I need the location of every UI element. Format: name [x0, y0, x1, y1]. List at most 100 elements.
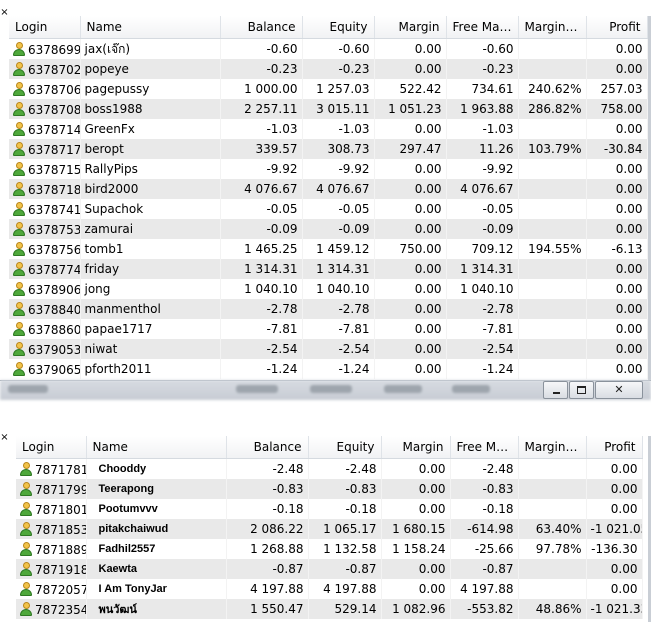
free-margin-cell: 11.26 [446, 139, 519, 159]
balance-cell: -0.09 [220, 219, 303, 239]
table-row[interactable]: 7871801 Pootumvvv -0.18 -0.18 0.00 -0.18 0.00 [16, 499, 643, 519]
table-row[interactable]: 6378718 bird2000 4 076.67 4 076.67 0.00 4 076… [9, 179, 648, 199]
table-row[interactable]: 6378860 papae1717 -7.81 -7.81 0.00 -7.81 0.00 [9, 319, 648, 339]
user-account-icon [13, 301, 25, 316]
login-value: 6379053 [28, 342, 80, 357]
column-header-login[interactable]: Login [16, 436, 87, 459]
maximize-button[interactable] [569, 381, 594, 399]
accounts-table: Login Name Balance Equity Margin Free Ma… [9, 16, 648, 379]
login-cell: 6378699 [9, 38, 81, 59]
login-value: 7871889 [35, 542, 86, 557]
column-header-free-margin[interactable]: Free Mar... [450, 436, 519, 459]
column-header-margin-level[interactable]: Margin L... [518, 436, 587, 459]
margin-cell: 0.00 [374, 259, 447, 279]
table-header: Login Name Balance Equity Margin Free Ma… [16, 436, 643, 459]
table-row[interactable]: 6378708 boss1988 2 257.11 3 015.11 1 051.23 1… [9, 99, 648, 119]
user-account-icon [20, 561, 32, 576]
login-cell: 6379065 [9, 359, 81, 379]
column-header-login[interactable]: Login [9, 16, 81, 39]
table-row[interactable]: 7871889 Fadhil2557 1 268.88 1 132.58 1 158.2… [16, 539, 643, 559]
balance-cell: -0.87 [226, 559, 309, 579]
margin-level-cell: 286.82% [518, 99, 587, 119]
margin-cell: 0.00 [374, 179, 447, 199]
column-header-name[interactable]: Name [80, 16, 221, 39]
name-cell: Chooddy [86, 458, 227, 479]
column-header-name[interactable]: Name [86, 436, 227, 459]
login-value: 6378840 [28, 302, 80, 317]
name-cell: niwat [80, 339, 221, 359]
column-header-margin[interactable]: Margin [381, 436, 451, 459]
equity-cell: 308.73 [302, 139, 375, 159]
equity-cell: 1 065.17 [308, 519, 382, 539]
user-account-icon [13, 101, 25, 116]
table-row[interactable]: 6378702 popeye -0.23 -0.23 0.00 -0.23 0.00 [9, 59, 648, 79]
table-row[interactable]: 6379053 niwat -2.54 -2.54 0.00 -2.54 0.00 [9, 339, 648, 359]
login-cell: 6378860 [9, 319, 81, 339]
table-row[interactable]: 7871781 Chooddy -2.48 -2.48 0.00 -2.48 0.00 [16, 458, 643, 479]
table-header: Login Name Balance Equity Margin Free Ma… [9, 16, 648, 39]
close-window-button[interactable]: ✕ [595, 381, 643, 399]
user-account-icon [20, 461, 32, 476]
margin-level-cell: 194.55% [518, 239, 587, 259]
profit-cell: 0.00 [586, 279, 648, 299]
table-row[interactable]: 6378714 GreenFx -1.03 -1.03 0.00 -1.03 0.00 [9, 119, 648, 139]
margin-level-cell [518, 559, 587, 579]
close-panel-icon[interactable]: × [0, 6, 9, 20]
margin-level-cell: 48.86% [518, 599, 587, 619]
profit-cell: 0.00 [586, 359, 648, 379]
table-row[interactable]: 6378840 manmenthol -2.78 -2.78 0.00 -2.78 0.00 [9, 299, 648, 319]
name-cell: Pootumvvv [86, 499, 227, 519]
table-row[interactable]: 6379065 pforth2011 -1.24 -1.24 0.00 -1.24 0.00 [9, 359, 648, 379]
login-value: 6378715 [28, 162, 80, 177]
margin-level-cell [518, 279, 587, 299]
column-header-free-margin[interactable]: Free Mar... [446, 16, 519, 39]
table-row[interactable]: 6378906 jong 1 040.10 1 040.10 0.00 1 040.10 0… [9, 279, 648, 299]
column-header-margin[interactable]: Margin [374, 16, 447, 39]
margin-cell: 0.00 [374, 359, 447, 379]
login-value: 6378714 [28, 122, 80, 137]
balance-cell: -0.60 [220, 38, 303, 59]
login-value: 7872354 [35, 602, 86, 617]
name-cell: GreenFx [80, 119, 221, 139]
margin-level-cell [518, 319, 587, 339]
table-row[interactable]: 7872057 I Am TonyJar 4 197.88 4 197.88 0.00 4… [16, 579, 643, 599]
close-panel-icon[interactable]: × [0, 431, 9, 445]
minimize-button[interactable] [543, 381, 568, 399]
balance-cell: 1 040.10 [220, 279, 303, 299]
balance-cell: 2 086.22 [226, 519, 309, 539]
login-value: 7871918 [35, 562, 86, 577]
margin-cell: 297.47 [374, 139, 447, 159]
column-header-margin-level[interactable]: Margin L... [518, 16, 587, 39]
table-row[interactable]: 6378756 tomb1 1 465.25 1 459.12 750.00 709.12… [9, 239, 648, 259]
table-row[interactable]: 7871918 Kaewta -0.87 -0.87 0.00 -0.87 0.00 [16, 559, 643, 579]
column-header-profit[interactable]: Profit [586, 16, 648, 39]
table-row[interactable]: 7871853 pitakchaiwud 2 086.22 1 065.17 1 680… [16, 519, 643, 539]
column-header-profit[interactable]: Profit [586, 436, 643, 459]
margin-cell: 0.00 [374, 59, 447, 79]
free-margin-cell: -0.23 [446, 59, 519, 79]
margin-level-cell [518, 458, 587, 479]
table-row[interactable]: 6378741 Supachok -0.05 -0.05 0.00 -0.05 0.00 [9, 199, 648, 219]
table-row[interactable]: 7872354 พนวัฒน์ 1 550.47 529.14 1 082.96 -553… [16, 599, 643, 619]
table-row[interactable]: 6378774 friday 1 314.31 1 314.31 0.00 1 314.3… [9, 259, 648, 279]
column-header-balance[interactable]: Balance [226, 436, 309, 459]
margin-cell: 1 680.15 [381, 519, 451, 539]
table-row[interactable]: 6378717 beropt 339.57 308.73 297.47 11.26 103.… [9, 139, 648, 159]
login-cell: 7871799 [16, 479, 87, 499]
column-header-equity[interactable]: Equity [302, 16, 375, 39]
free-margin-cell: -1.03 [446, 119, 519, 139]
column-header-balance[interactable]: Balance [220, 16, 303, 39]
name-cell: jax(เจ๊ก) [80, 38, 221, 59]
margin-cell: 0.00 [381, 559, 451, 579]
free-margin-cell: -0.18 [450, 499, 519, 519]
table-row[interactable]: 6378715 RallyPips -9.92 -9.92 0.00 -9.92 0.00 [9, 159, 648, 179]
user-account-icon [20, 601, 32, 616]
column-header-equity[interactable]: Equity [308, 436, 382, 459]
login-cell: 7871889 [16, 539, 87, 559]
table-row[interactable]: 6378699 jax(เจ๊ก) -0.60 -0.60 0.00 -0.60 0.00 [9, 38, 648, 59]
table-row[interactable]: 7871799 Teerapong -0.83 -0.83 0.00 -0.83 0.00 [16, 479, 643, 499]
margin-cell: 0.00 [381, 479, 451, 499]
table-row[interactable]: 6378706 pagepussy 1 000.00 1 257.03 522.42 73… [9, 79, 648, 99]
table-row[interactable]: 6378753 zamurai -0.09 -0.09 0.00 -0.09 0.00 [9, 219, 648, 239]
margin-level-cell [518, 159, 587, 179]
